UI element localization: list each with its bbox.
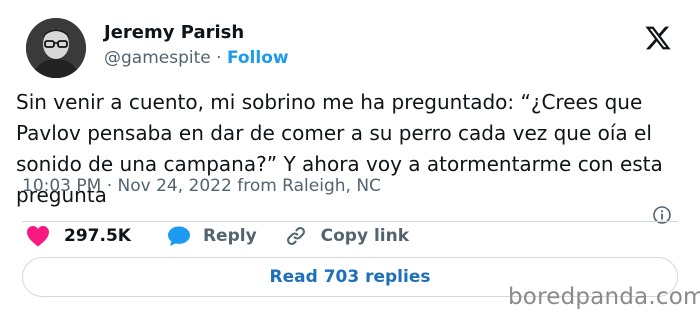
separator-dot: ·: [216, 48, 222, 68]
like-count: 297.5K: [64, 226, 131, 246]
link-icon: [286, 227, 305, 245]
heart-icon: [27, 226, 49, 247]
reply-label: Reply: [202, 226, 257, 246]
x-logo-icon[interactable]: [643, 24, 673, 52]
reply-button[interactable]: Reply: [167, 225, 257, 247]
author-handle[interactable]: @gamespite: [104, 48, 211, 68]
author-handle-line: @gamespite · Follow: [104, 48, 289, 68]
tweet-timestamp[interactable]: 10:03 PM · Nov 24, 2022 from Raleigh, NC: [22, 176, 381, 196]
avatar[interactable]: [26, 18, 86, 78]
watermark: boredpanda.com: [508, 284, 700, 310]
copy-link-label: Copy link: [320, 226, 410, 246]
author-name[interactable]: Jeremy Parish: [104, 22, 244, 43]
tweet-actions: 297.5K Reply Copy link: [26, 222, 409, 250]
info-icon[interactable]: [652, 205, 672, 225]
like-button[interactable]: 297.5K: [26, 225, 131, 247]
reply-bubble-icon: [167, 226, 190, 246]
follow-button[interactable]: Follow: [227, 48, 289, 68]
copy-link-button[interactable]: Copy link: [285, 225, 409, 247]
